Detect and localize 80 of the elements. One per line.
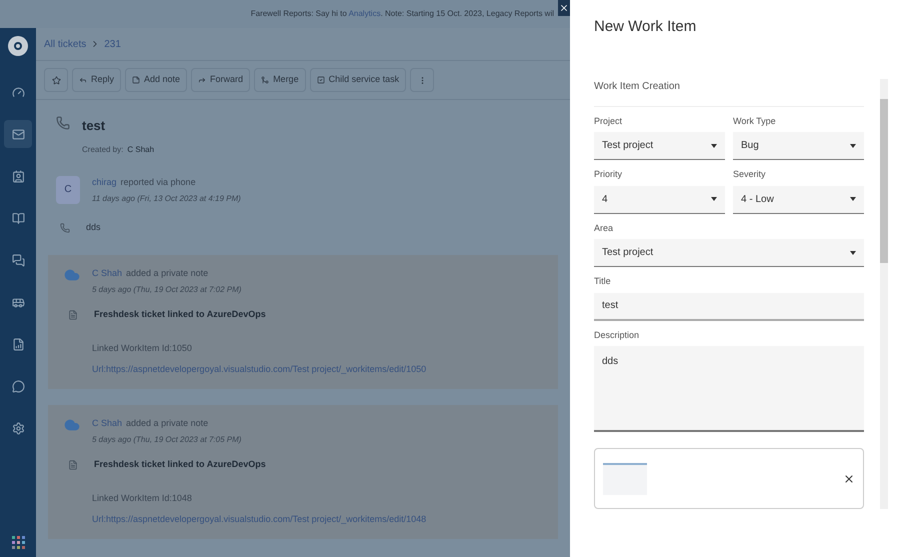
dropdown-caret-icon <box>711 197 717 201</box>
close-icon <box>559 3 569 13</box>
apps-grid-icon[interactable] <box>12 536 24 549</box>
report-icon <box>12 338 24 350</box>
entry-time: 5 days ago (Thu, 19 Oct 2023 at 7:02 PM) <box>92 284 242 296</box>
contact-card-icon <box>12 170 24 182</box>
entry-body: dds <box>86 221 101 234</box>
text-area[interactable]: dds <box>594 346 864 432</box>
toolbar-button[interactable]: Reply <box>72 68 122 92</box>
entry-action: added a private note <box>126 416 208 430</box>
field-label: Work Type <box>733 114 777 128</box>
note-icon <box>68 310 78 320</box>
note-icon <box>132 76 140 84</box>
scrollbar[interactable] <box>880 78 888 509</box>
field-label: Project <box>594 114 624 128</box>
close-button[interactable] <box>558 0 570 16</box>
chat-bubble-icon <box>12 380 24 392</box>
field-label: Severity <box>733 168 767 181</box>
dropdown-caret-icon <box>850 250 856 254</box>
note-heading: Freshdesk ticket linked to AzureDevOps <box>94 458 266 471</box>
toolbar-button[interactable]: Add note <box>125 68 188 92</box>
settings-icon <box>12 422 24 434</box>
forward-icon <box>198 76 206 84</box>
entry-time: 11 days ago (Fri, 13 Oct 2023 at 4:19 PM) <box>92 193 241 205</box>
panel-title: New Work Item <box>593 17 698 37</box>
dropdown-caret-icon <box>711 144 717 148</box>
select-field[interactable]: Bug <box>733 132 864 160</box>
note-icon <box>68 460 78 470</box>
reply-icon <box>79 76 87 84</box>
entry-time: 5 days ago (Thu, 19 Oct 2023 at 7:05 PM) <box>92 434 242 446</box>
star-button[interactable] <box>44 68 68 92</box>
note-heading: Freshdesk ticket linked to AzureDevOps <box>94 308 266 321</box>
cloud-icon <box>64 416 80 432</box>
mail-icon <box>12 128 24 140</box>
avatar: C <box>56 176 80 204</box>
logo-icon <box>8 36 28 56</box>
star-icon <box>52 76 60 84</box>
author-link[interactable]: chirag <box>92 176 117 189</box>
field-label: Title <box>594 275 612 288</box>
toolbar-button[interactable]: Merge <box>254 68 306 92</box>
input-field[interactable]: test <box>594 292 864 320</box>
note-line: Linked WorkItem Id:1050 <box>92 342 193 354</box>
breadcrumb-link[interactable]: All tickets <box>44 36 86 52</box>
created-by-label: Created by: <box>82 144 124 156</box>
toolbar-button[interactable]: Child service task <box>310 68 406 92</box>
entry-action: reported via phone <box>120 176 196 189</box>
author-link[interactable]: C Shah <box>92 266 122 280</box>
field-label: Description <box>594 328 640 342</box>
author-link[interactable]: C Shah <box>92 416 122 430</box>
merge-icon <box>261 76 270 84</box>
created-by-name: C Shah <box>127 144 154 156</box>
toolbar-button[interactable]: Forward <box>191 68 250 92</box>
analytics-link[interactable]: Analytics <box>348 9 381 18</box>
phone-icon <box>56 116 70 130</box>
note-link[interactable]: Url:https://aspnetdevelopergoyal.visualstudio.com/Test project/_workitems/edit/1050 <box>92 363 542 376</box>
field-label: Priority <box>594 168 624 181</box>
ticket-title: test <box>82 117 106 135</box>
select-field[interactable]: Test project <box>594 132 725 160</box>
dropdown-caret-icon <box>850 144 856 148</box>
remove-icon[interactable] <box>843 472 855 484</box>
entry-action: added a private note <box>126 266 208 280</box>
note-line: Linked WorkItem Id:1048 <box>92 492 193 504</box>
announcement-text: Farewell Reports: Say hi to Analytics. Note: Starting 15 Oct. 2023, Legacy Reports wil <box>250 8 554 20</box>
select-field[interactable]: 4 - Low <box>733 186 864 214</box>
bus-icon <box>12 296 24 308</box>
note-link[interactable]: Url:https://aspnetdevelopergoyal.visualstudio.com/Test project/_workitems/edit/1048 <box>92 513 542 526</box>
select-field[interactable]: Test project <box>594 239 864 267</box>
cloud-icon <box>64 266 80 282</box>
chat-icon <box>12 254 24 266</box>
gauge-icon <box>12 86 24 98</box>
dropdown-caret-icon <box>850 197 856 201</box>
screenshot-thumbnail <box>603 462 647 494</box>
sidebar-item[interactable] <box>4 120 32 148</box>
select-field[interactable]: 4 <box>594 186 725 214</box>
field-label: Area <box>594 222 614 234</box>
book-icon <box>12 212 24 224</box>
checkbox-icon <box>316 76 325 84</box>
phone-icon <box>60 222 70 233</box>
section-title: Work Item Creation <box>594 66 864 106</box>
breadcrumb-current: 231 <box>104 38 121 52</box>
